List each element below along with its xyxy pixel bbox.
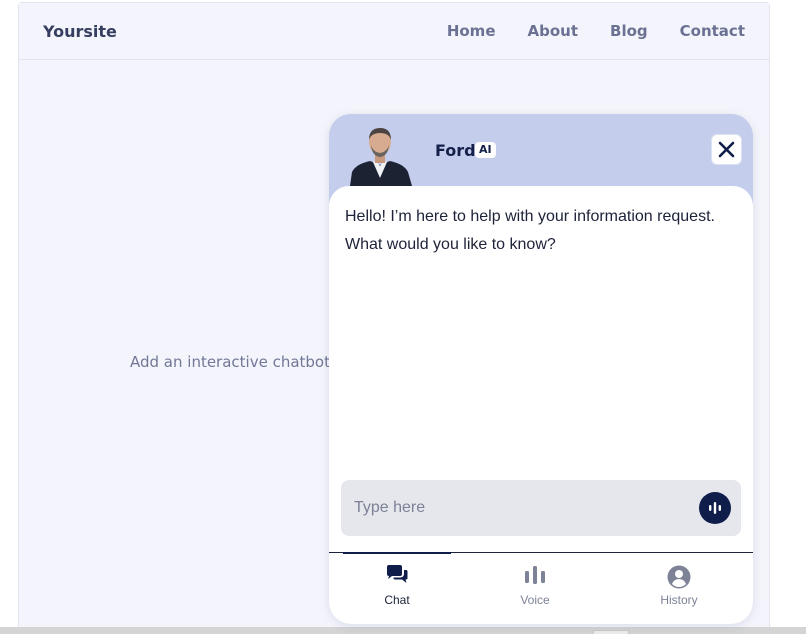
site-nav: Home About Blog Contact <box>447 22 745 40</box>
message-input[interactable] <box>341 480 691 536</box>
agent-name: Ford <box>435 141 476 160</box>
horizontal-scrollbar[interactable] <box>0 627 806 634</box>
chat-body: Hello! I’m here to help with your inform… <box>329 186 753 624</box>
site-logo[interactable]: Yoursite <box>43 22 117 41</box>
user-circle-icon <box>667 565 691 589</box>
scrollbar-thumb[interactable] <box>593 630 629 634</box>
tab-voice[interactable]: Voice <box>475 553 595 624</box>
chat-bubbles-icon <box>387 565 408 583</box>
nav-home[interactable]: Home <box>447 22 496 40</box>
chat-tab-bar: Chat Voice History <box>329 552 753 624</box>
voice-bars-icon <box>525 566 545 584</box>
site-header: Yoursite Home About Blog Contact <box>19 3 769 60</box>
close-button[interactable] <box>711 134 742 165</box>
voice-input-button[interactable] <box>699 492 731 524</box>
tab-history[interactable]: History <box>619 553 739 624</box>
voice-wave-icon <box>709 502 721 514</box>
close-icon <box>718 141 735 158</box>
page-hero-text: Add an interactive chatbot p <box>130 353 345 371</box>
agent-avatar <box>350 128 412 186</box>
message-composer <box>341 480 741 536</box>
tab-voice-label: Voice <box>520 593 550 607</box>
ai-badge: AI <box>475 142 496 158</box>
chat-header: Ford AI <box>329 114 753 190</box>
nav-contact[interactable]: Contact <box>680 22 745 40</box>
tab-chat[interactable]: Chat <box>337 553 457 624</box>
nav-about[interactable]: About <box>528 22 579 40</box>
bot-message: Hello! I’m here to help with your inform… <box>345 208 715 253</box>
tab-history-label: History <box>660 593 698 607</box>
chatbot-widget: Ford AI Hello! I’m here to help with you… <box>329 114 753 624</box>
nav-blog[interactable]: Blog <box>610 22 648 40</box>
tab-chat-label: Chat <box>384 593 410 607</box>
